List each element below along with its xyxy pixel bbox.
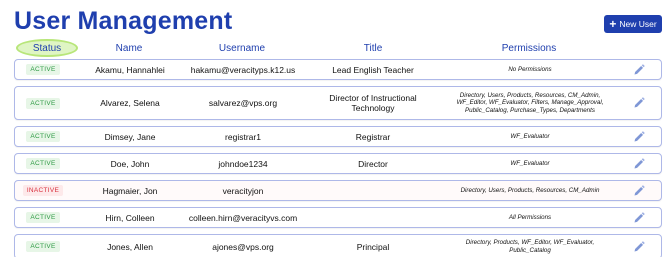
status-badge: ACTIVE [26, 212, 60, 223]
new-user-button[interactable]: + New User [604, 15, 662, 33]
user-title [307, 181, 439, 200]
new-user-label: New User [619, 19, 657, 29]
user-permissions: No Permissions [508, 65, 552, 73]
user-name: Jones, Allen [107, 241, 153, 252]
user-permissions: Directory, Users, Products, Resources, C… [456, 91, 604, 114]
pencil-icon [634, 63, 645, 74]
user-table: ACTIVE Akamu, Hannahlei hakamu@veracityp… [14, 59, 662, 257]
user-title: Lead English Teacher [332, 64, 414, 75]
status-badge: ACTIVE [26, 158, 60, 169]
status-badge: ACTIVE [26, 64, 60, 75]
user-name: Doe, John [110, 158, 150, 169]
column-header-title[interactable]: Title [308, 39, 438, 57]
pencil-icon [634, 97, 645, 108]
user-username: registrar1 [225, 131, 261, 142]
user-username: colleen.hirn@veracityvs.com [188, 212, 298, 223]
table-row[interactable]: ACTIVE Akamu, Hannahlei hakamu@veracityp… [14, 59, 662, 80]
user-title: Principal [356, 241, 390, 252]
column-header-status[interactable]: Status [16, 39, 78, 57]
table-row[interactable]: ACTIVE Jones, Allen ajones@vps.org Princ… [14, 234, 662, 257]
pencil-icon [634, 157, 645, 168]
column-header-name[interactable]: Name [86, 39, 172, 57]
plus-icon: + [609, 17, 617, 31]
edit-button[interactable] [631, 127, 647, 146]
user-name: Hirn, Colleen [105, 212, 155, 223]
edit-button[interactable] [631, 60, 647, 79]
edit-button[interactable] [631, 208, 647, 227]
user-name: Akamu, Hannahlei [95, 64, 165, 75]
table-header: Status Name Username Title Permissions [14, 39, 662, 57]
status-badge: ACTIVE [26, 241, 60, 252]
pencil-icon [634, 130, 645, 141]
user-title [307, 208, 439, 227]
status-badge: ACTIVE [26, 97, 60, 109]
user-name: Dimsey, Jane [104, 131, 156, 142]
user-permissions: All Permissions [508, 213, 552, 221]
user-title: Director [358, 158, 388, 169]
pencil-icon [634, 240, 645, 251]
column-header-permissions[interactable]: Permissions [444, 39, 614, 57]
pencil-icon [634, 211, 645, 222]
table-row[interactable]: ACTIVE Dimsey, Jane registrar1 Registrar… [14, 126, 662, 147]
user-username: salvarez@vps.org [208, 98, 278, 108]
user-username: ajones@vps.org [212, 241, 274, 252]
table-row[interactable]: ACTIVE Alvarez, Selena salvarez@vps.org … [14, 86, 662, 120]
user-title: Registrar [355, 131, 391, 142]
edit-button[interactable] [631, 181, 647, 200]
status-badge: INACTIVE [22, 185, 64, 196]
table-row[interactable]: INACTIVE Hagmaier, Jon veracityjon Direc… [14, 180, 662, 201]
user-permissions: Directory, Users, Products, Resources, C… [460, 186, 600, 194]
table-row[interactable]: ACTIVE Hirn, Colleen colleen.hirn@veraci… [14, 207, 662, 228]
user-username: hakamu@veracityps.k12.us [190, 64, 296, 75]
user-permissions: WF_Evaluator [510, 132, 550, 140]
user-permissions: Directory, Products, WF_Editor, WF_Evalu… [465, 239, 595, 254]
user-name: Hagmaier, Jon [102, 185, 158, 196]
edit-button[interactable] [631, 235, 647, 257]
pencil-icon [634, 184, 645, 195]
edit-button[interactable] [631, 87, 647, 119]
user-name: Alvarez, Selena [100, 98, 160, 108]
user-username: johndoe1234 [218, 158, 268, 169]
user-permissions: WF_Evaluator [510, 159, 550, 167]
column-header-username[interactable]: Username [176, 39, 308, 57]
page-title: User Management [14, 7, 233, 35]
status-badge: ACTIVE [26, 131, 60, 142]
user-title: Director of Instructional Technology [329, 93, 417, 113]
user-username: veracityjon [222, 185, 264, 196]
edit-button[interactable] [631, 154, 647, 173]
table-row[interactable]: ACTIVE Doe, John johndoe1234 Director WF… [14, 153, 662, 174]
